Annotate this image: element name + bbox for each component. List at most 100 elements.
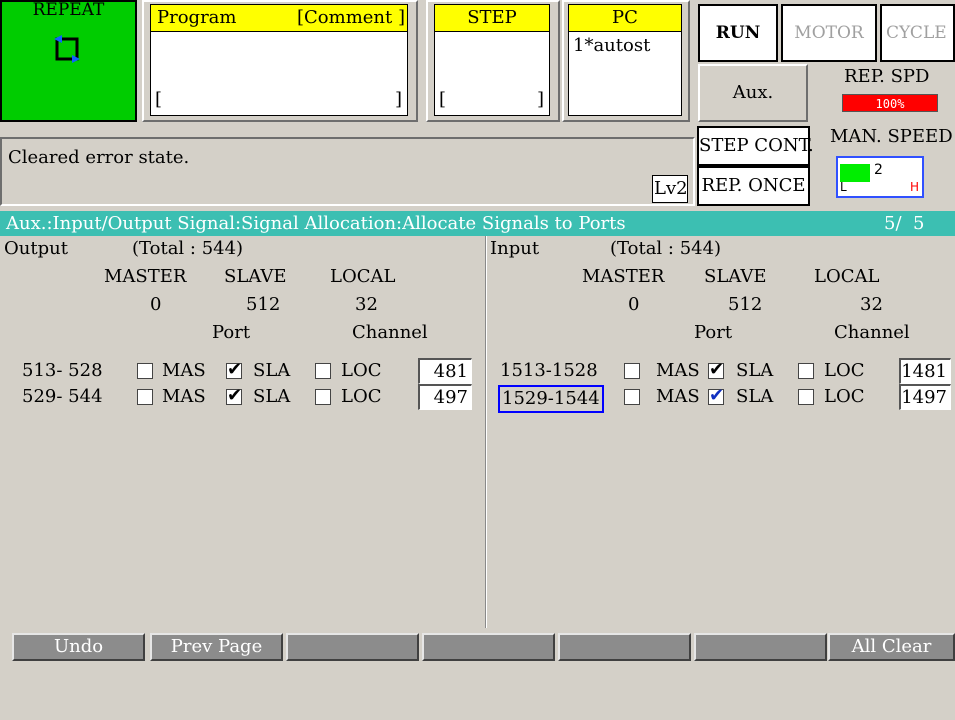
input-row-sla-label: SLA bbox=[736, 386, 774, 407]
input-row-loc-label: LOC bbox=[824, 360, 865, 381]
output-channel-label: Channel bbox=[352, 322, 428, 343]
motor-label: MOTOR bbox=[794, 23, 864, 43]
aux-button[interactable]: Aux. bbox=[698, 64, 808, 122]
output-row-sla-label: SLA bbox=[253, 386, 291, 407]
input-local-count: 32 bbox=[860, 294, 883, 315]
input-row-channel-field[interactable]: 1497 bbox=[899, 384, 951, 410]
program-bracket-left: [ bbox=[155, 89, 163, 110]
program-header: Program [Comment ] bbox=[151, 5, 407, 32]
program-bracket-right: ] bbox=[395, 89, 403, 110]
step-bracket-right: ] bbox=[537, 89, 545, 110]
level-label: Lv2 bbox=[654, 178, 688, 199]
rep-once-button[interactable]: REP. ONCE bbox=[697, 166, 810, 206]
pc-box[interactable]: PC 1*autost bbox=[568, 4, 682, 116]
input-port-label: Port bbox=[694, 322, 733, 343]
man-speed-value: 2 bbox=[874, 162, 883, 178]
input-row-loc-label: LOC bbox=[824, 386, 865, 407]
output-local-header: LOCAL bbox=[330, 266, 396, 287]
column-divider bbox=[485, 236, 487, 628]
function-key-3[interactable] bbox=[286, 633, 419, 661]
input-master-count: 0 bbox=[628, 294, 640, 315]
output-master-count: 0 bbox=[150, 294, 162, 315]
step-box[interactable]: STEP [ ] bbox=[434, 4, 550, 116]
output-panel: Output (Total : 544) MASTER SLAVE LOCAL … bbox=[0, 236, 485, 626]
input-channel-label: Channel bbox=[834, 322, 910, 343]
input-row-loc-checkbox[interactable] bbox=[798, 363, 814, 379]
input-row-mas-checkbox[interactable] bbox=[624, 363, 640, 379]
input-master-header: MASTER bbox=[582, 266, 665, 287]
program-panel: Program [Comment ] [ ] bbox=[142, 0, 418, 122]
input-slave-count: 512 bbox=[728, 294, 763, 315]
output-port-label: Port bbox=[212, 322, 251, 343]
man-speed-low: L bbox=[840, 180, 847, 194]
input-row-range-selected[interactable]: 1529-1544 bbox=[498, 385, 604, 413]
output-label: Output bbox=[4, 238, 68, 259]
run-label: RUN bbox=[715, 23, 761, 43]
rep-spd-panel: REP. SPD 100% bbox=[812, 64, 955, 122]
man-speed-label: MAN. SPEED bbox=[830, 126, 953, 147]
output-row-sla-checkbox[interactable]: ✔ bbox=[226, 359, 242, 380]
output-total: (Total : 544) bbox=[132, 238, 244, 259]
input-row-range: 1513-1528 bbox=[500, 360, 598, 381]
output-master-header: MASTER bbox=[104, 266, 187, 287]
output-row-range: 529- 544 bbox=[22, 386, 103, 407]
input-panel: Input (Total : 544) MASTER SLAVE LOCAL 0… bbox=[488, 236, 955, 626]
output-row-sla-checkbox[interactable]: ✔ bbox=[226, 385, 242, 406]
function-key-5[interactable] bbox=[558, 633, 691, 661]
input-row-sla-checkbox[interactable]: ✔ bbox=[708, 359, 724, 380]
undo-button[interactable]: Undo bbox=[12, 633, 145, 661]
pc-panel: PC 1*autost bbox=[562, 0, 690, 122]
pc-header: PC bbox=[569, 5, 681, 32]
cycle-button[interactable]: CYCLE bbox=[880, 4, 955, 62]
rep-once-label: REP. ONCE bbox=[701, 175, 806, 196]
repeat-panel[interactable]: REPEAT bbox=[0, 0, 137, 122]
level-indicator: Lv2 bbox=[652, 175, 688, 203]
output-row-sla-label: SLA bbox=[253, 360, 291, 381]
output-row-range: 513- 528 bbox=[22, 360, 103, 381]
prev-page-button[interactable]: Prev Page bbox=[150, 633, 283, 661]
rep-spd-label: REP. SPD bbox=[844, 66, 930, 87]
program-box[interactable]: Program [Comment ] [ ] bbox=[150, 4, 408, 116]
input-slave-header: SLAVE bbox=[704, 266, 767, 287]
message-text: Cleared error state. bbox=[8, 147, 190, 168]
motor-button[interactable]: MOTOR bbox=[781, 4, 877, 62]
output-row-channel-field[interactable]: 497 bbox=[418, 384, 472, 410]
step-bracket-left: [ bbox=[439, 89, 447, 110]
output-row-loc-checkbox[interactable] bbox=[315, 363, 331, 379]
input-row-mas-checkbox[interactable] bbox=[624, 389, 640, 405]
input-row-mas-label: MAS bbox=[656, 360, 700, 381]
man-speed-gauge[interactable]: 2 L H bbox=[836, 156, 924, 198]
page-indicator: 5/ 5 bbox=[884, 213, 925, 234]
check-icon: ✔ bbox=[227, 359, 243, 380]
title-text: Aux.:Input/Output Signal:Signal Allocati… bbox=[6, 213, 626, 234]
check-icon: ✔ bbox=[227, 385, 243, 406]
output-row-channel-field[interactable]: 481 bbox=[418, 358, 472, 384]
output-row-mas-label: MAS bbox=[162, 360, 206, 381]
output-row-mas-checkbox[interactable] bbox=[137, 363, 153, 379]
input-row-sla-checkbox[interactable]: ✔ bbox=[708, 385, 724, 406]
output-row-loc-label: LOC bbox=[341, 386, 382, 407]
check-icon: ✔ bbox=[709, 359, 725, 380]
output-slave-header: SLAVE bbox=[224, 266, 287, 287]
output-row-loc-checkbox[interactable] bbox=[315, 389, 331, 405]
input-row-loc-checkbox[interactable] bbox=[798, 389, 814, 405]
rep-spd-value: 100% bbox=[875, 97, 905, 111]
step-cont-label: STEP CONT. bbox=[699, 135, 814, 156]
rep-spd-bar: 100% bbox=[842, 94, 938, 112]
repeat-label: REPEAT bbox=[32, 0, 105, 20]
output-row-mas-checkbox[interactable] bbox=[137, 389, 153, 405]
output-row-mas-label: MAS bbox=[162, 386, 206, 407]
run-button[interactable]: RUN bbox=[698, 4, 778, 62]
check-icon: ✔ bbox=[709, 385, 725, 406]
output-local-count: 32 bbox=[355, 294, 378, 315]
step-cont-button[interactable]: STEP CONT. bbox=[697, 126, 814, 166]
function-key-4[interactable] bbox=[422, 633, 555, 661]
input-row-channel-field[interactable]: 1481 bbox=[899, 358, 951, 384]
step-panel: STEP [ ] bbox=[426, 0, 560, 122]
function-key-6[interactable] bbox=[694, 633, 827, 661]
output-slave-count: 512 bbox=[246, 294, 281, 315]
pc-value: 1*autost bbox=[573, 35, 651, 56]
all-clear-button[interactable]: All Clear bbox=[828, 633, 955, 661]
input-total: (Total : 544) bbox=[610, 238, 722, 259]
man-speed-panel: MAN. SPEED 2 L H bbox=[812, 124, 955, 208]
